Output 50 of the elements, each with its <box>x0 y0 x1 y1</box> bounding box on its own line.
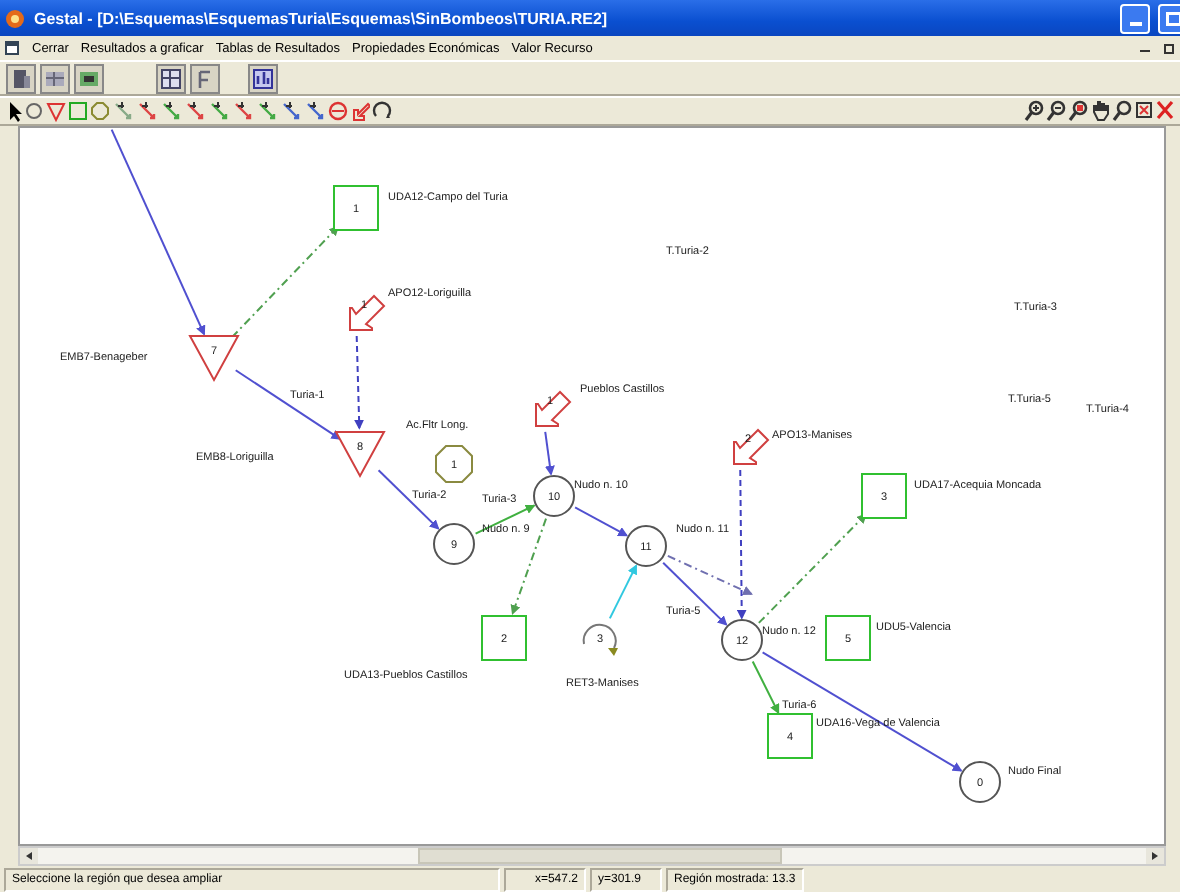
no-entry-icon[interactable] <box>328 100 348 122</box>
link-icon[interactable] <box>136 100 158 122</box>
river-arrow[interactable] <box>574 506 629 537</box>
window-title: Gestal - [D:\Esquemas\EsquemasTuria\Esquemas\SinBombeos\TURIA.RE2] <box>34 9 610 27</box>
scroll-right-button[interactable] <box>1146 848 1164 864</box>
link-icon[interactable] <box>112 100 134 122</box>
maximize-icon <box>1165 11 1180 25</box>
zoom-region-icon[interactable] <box>1068 100 1088 122</box>
table-button[interactable] <box>156 63 186 93</box>
fit-window-icon[interactable] <box>1134 100 1154 122</box>
layers-button[interactable] <box>74 63 104 93</box>
river-arrow[interactable] <box>544 430 555 476</box>
minimize-icon <box>1129 22 1141 26</box>
link-icon[interactable] <box>304 100 326 122</box>
inflow-arrow[interactable] <box>354 335 365 430</box>
river-arrow[interactable] <box>234 369 342 440</box>
scrollbar-thumb[interactable] <box>418 848 782 864</box>
formula-button[interactable] <box>190 63 220 93</box>
link-icon[interactable] <box>208 100 230 122</box>
link-icon[interactable] <box>160 100 182 122</box>
restore-icon[interactable] <box>1164 42 1176 54</box>
inflow-icon[interactable] <box>350 100 370 122</box>
supply-arrow[interactable] <box>666 554 753 596</box>
chart-button[interactable] <box>248 63 278 93</box>
link-icon[interactable] <box>256 100 278 122</box>
zoom-out-icon[interactable] <box>1046 100 1066 122</box>
zoom-icon[interactable] <box>1112 100 1132 122</box>
inflow-arrow[interactable] <box>736 469 747 620</box>
maximize-button[interactable] <box>1158 3 1180 33</box>
zoom-in-icon[interactable] <box>1024 100 1044 122</box>
minimize-button[interactable] <box>1120 3 1150 33</box>
triangle-icon[interactable] <box>46 100 66 122</box>
canal-arrow[interactable] <box>474 504 536 535</box>
close-icon[interactable] <box>1156 100 1174 122</box>
curved-arrow-icon[interactable] <box>372 100 392 122</box>
printer-button[interactable] <box>6 63 36 93</box>
circle-icon[interactable] <box>24 100 44 122</box>
river-arrow[interactable] <box>662 561 728 626</box>
chart-icon <box>250 65 276 91</box>
scroll-left-button[interactable] <box>20 848 38 864</box>
link-icon[interactable] <box>232 100 254 122</box>
link-icon[interactable] <box>280 100 302 122</box>
link-icon[interactable] <box>184 100 206 122</box>
document-icon[interactable] <box>4 40 20 56</box>
table-icon <box>158 65 184 91</box>
river-arrow[interactable] <box>761 651 963 772</box>
pointer-icon[interactable] <box>6 100 22 122</box>
grid-button[interactable] <box>40 63 70 93</box>
printer-icon <box>8 65 34 91</box>
app-icon <box>4 7 26 29</box>
